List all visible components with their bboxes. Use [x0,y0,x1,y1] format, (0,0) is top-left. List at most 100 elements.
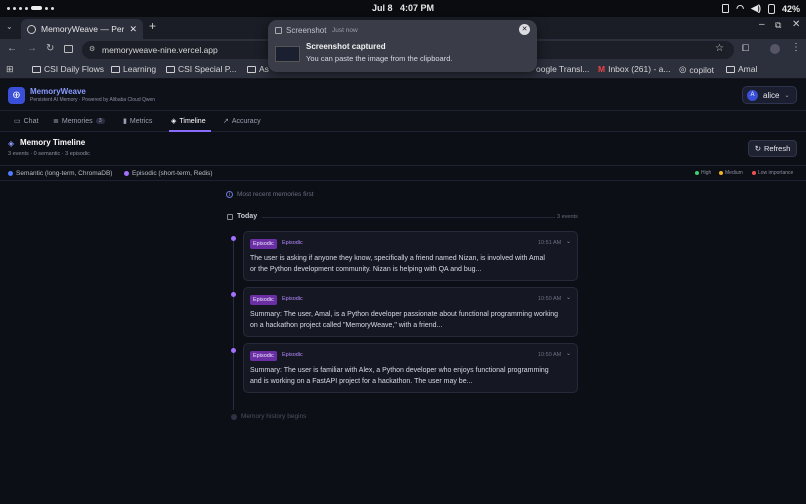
event-time: 10:50 AM [538,296,562,302]
refresh-icon: ↻ [754,144,762,153]
timeline-node [231,348,236,353]
timeline-node [231,292,236,297]
toast-time: Just now [332,27,358,34]
folder-icon [247,65,256,73]
bar-chart-icon: ▮ [123,118,127,125]
memory-event-card[interactable]: Episodic Episodic 10:51 AM ⌄ The user is… [243,231,578,281]
bookmark-csi-special[interactable]: CSI Special P... [166,64,236,74]
legend-low: Low importance [758,170,794,176]
calendar-icon [227,214,233,220]
event-text: The user is asking if anyone they know, … [250,255,545,273]
event-text: Summary: The user, Amal, is a Python dev… [250,311,559,329]
new-tab-icon[interactable]: + [149,19,156,33]
event-time: 10:51 AM [538,240,562,246]
group-count: 3 events [557,214,578,220]
layers-icon: ◈ [171,118,177,125]
close-tab-icon[interactable]: ✕ [129,24,137,35]
toast-title: Screenshot captured [306,42,386,51]
chat-icon: ▭ [14,118,21,125]
screenshot-notification[interactable]: Screenshot Just now ✕ Screenshot capture… [268,20,537,72]
status-date: Jul 8 [371,3,393,13]
bookmark-copilot[interactable]: ◎ copilot [679,64,714,75]
avatar: A [747,89,758,101]
user-name: alice [763,90,780,100]
legend-medium: Medium [725,170,743,176]
group-label: Today [237,213,258,220]
info-icon: i [226,191,233,198]
toast-app-name: Screenshot [286,26,327,35]
bookmark-inbox[interactable]: M Inbox (261) - a... [598,64,670,74]
event-badge: Episodic [250,239,277,249]
timeline-node [231,236,236,241]
chevron-down-icon[interactable]: ⌄ [566,350,571,357]
split-view-icon[interactable] [64,45,73,53]
screenshot-thumbnail[interactable] [275,46,300,62]
bookmark-learning[interactable]: Learning [111,64,156,74]
event-type: Episodic [282,352,303,358]
app-nav-tabs: ▭ Chat ≣ Memories 3 ▮ Metrics ◈ Timeline ↗ Acc… [0,111,806,132]
memory-event-card[interactable]: Episodic Episodic 10:50 AM ⌄ Summary: Th… [243,343,578,393]
event-text: Summary: The user is familiar with Alex,… [250,367,549,385]
site-info-icon[interactable]: ⚙ [89,45,95,53]
tab-metrics[interactable]: ▮ Metrics [123,117,152,126]
screenshot-app-icon [275,27,282,34]
bookmark-csi-daily-flows[interactable]: CSI Daily Flows [32,64,104,74]
bookmark-star-icon[interactable]: ☆ [715,43,724,54]
battery-icon [767,3,775,14]
memory-event-card[interactable]: Episodic Episodic 10:50 AM ⌄ Summary: Th… [243,287,578,337]
chevron-down-icon: ⌄ [784,92,790,99]
back-icon[interactable]: ← [7,43,17,54]
globe-icon [27,24,36,34]
refresh-button[interactable]: ↻ Refresh [748,140,797,157]
tab-search-icon[interactable]: ⌄ [6,22,13,31]
status-time: 4:07 PM [400,3,435,13]
tab-memories[interactable]: ≣ Memories 3 [53,117,105,125]
wifi-icon: ◠ [736,3,745,13]
tab-chat[interactable]: ▭ Chat [14,117,38,126]
timeline-summary: 3 events · 0 semantic · 3 episodic [8,151,90,157]
browser-tab-active[interactable]: MemoryWeave — Pers... ✕ [21,19,143,39]
toast-close-button[interactable]: ✕ [519,24,530,35]
close-window-icon[interactable]: ✕ [792,19,800,30]
legend-bar: Semantic (long-term, ChromaDB) Episodic … [0,166,806,181]
event-type: Episodic [282,240,303,246]
bookmark-amal[interactable]: Amal [726,64,757,74]
folder-icon [726,65,735,73]
legend-high: High [701,170,712,176]
app-header: ⊕ MemoryWeave Persistent AI Memory · Pow… [0,80,806,111]
chevron-down-icon[interactable]: ⌄ [566,294,571,301]
event-type: Episodic [282,296,303,302]
tab-title: MemoryWeave — Pers... [41,24,125,34]
app-tagline: Persistent AI Memory · Powered by Alibab… [30,97,156,103]
tab-timeline[interactable]: ◈ Timeline [171,117,206,126]
memories-count-badge: 3 [95,118,105,124]
folder-icon [166,65,175,73]
legend-semantic: Semantic (long-term, ChromaDB) [16,170,113,177]
low-dot-icon [752,171,756,175]
layers-icon: ◈ [8,139,15,148]
menu-icon[interactable]: ⋮ [791,42,801,53]
toast-message: You can paste the image from the clipboa… [306,54,453,63]
extensions-icon[interactable]: ⧠ [742,43,749,54]
apps-grid-icon[interactable]: ⊞ [6,64,14,75]
forward-icon[interactable]: → [27,43,37,54]
event-time: 10:50 AM [538,352,562,358]
group-divider [262,217,555,218]
legend-episodic: Episodic (short-term, Redis) [132,170,213,177]
profile-icon[interactable] [770,44,780,54]
minimize-icon[interactable]: – [759,19,765,30]
end-note: Memory history begins [241,413,307,420]
chevron-down-icon[interactable]: ⌄ [566,238,571,245]
page-title: Memory Timeline [20,138,86,147]
user-switcher[interactable]: A alice ⌄ [742,86,797,104]
end-node [231,414,237,420]
bookmark-google-translate[interactable]: oogle Transl... [536,64,589,74]
url-text: memoryweave-nine.vercel.app [102,45,218,55]
restore-icon[interactable]: ⧉ [775,20,781,31]
tab-accuracy[interactable]: ↗ Accuracy [223,117,261,126]
status-datetime: Jul 8 4:07 PM [0,3,806,13]
bookmark-as[interactable]: As [247,64,269,74]
reload-icon[interactable]: ↻ [46,43,54,54]
brain-logo-icon: ⊕ [8,87,25,104]
medium-dot-icon [719,171,723,175]
